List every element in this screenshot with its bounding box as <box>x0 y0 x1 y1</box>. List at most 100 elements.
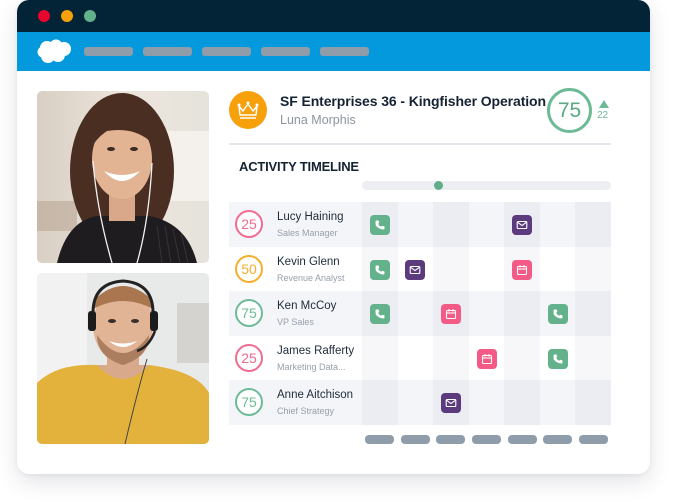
timeline-cell <box>504 336 540 381</box>
opportunity-owner: Luna Morphis <box>280 113 356 127</box>
nav-tab-1[interactable] <box>84 47 133 56</box>
timeline-cells <box>362 202 611 247</box>
timeline-cell <box>398 291 434 336</box>
timeline-cell <box>398 380 434 425</box>
contact-name[interactable]: Lucy Haining <box>277 211 343 223</box>
day-label-5 <box>507 435 537 444</box>
timeline-cell <box>362 336 398 381</box>
contact-info[interactable]: 25 James Rafferty Marketing Data... <box>229 336 362 381</box>
contact-info[interactable]: 75 Anne Aitchison Chief Strategy <box>229 380 362 425</box>
timeline-scroll-handle[interactable] <box>434 181 443 190</box>
timeline-scrollbar[interactable] <box>362 181 611 190</box>
timeline-cell <box>540 380 576 425</box>
timeline-cell <box>540 247 576 292</box>
contact-role: Marketing Data... <box>277 361 346 372</box>
activity-meeting-button[interactable] <box>476 348 497 369</box>
activity-meeting-button[interactable] <box>440 304 461 324</box>
contact-name[interactable]: Ken McCoy <box>277 300 336 312</box>
contact-role: VP Sales <box>277 317 314 327</box>
activity-timeline-title: ACTIVITY TIMELINE <box>239 159 359 174</box>
contact-info[interactable]: 50 Kevin Glenn Revenue Analyst <box>229 247 362 292</box>
calendar-icon <box>517 264 528 275</box>
envelope-icon <box>445 398 457 408</box>
minimize-window-button[interactable] <box>61 10 73 22</box>
timeline-cell <box>575 247 611 292</box>
maximize-window-button[interactable] <box>84 10 96 22</box>
day-label-4 <box>472 435 501 444</box>
close-window-button[interactable] <box>38 10 50 22</box>
opportunity-title[interactable]: SF Enterprises 36 - Kingfisher Operation <box>280 93 546 109</box>
activity-meeting-button[interactable] <box>512 259 533 280</box>
nav-tab-4[interactable] <box>261 47 310 56</box>
timeline-cells <box>362 247 611 292</box>
timeline-cell <box>504 291 540 336</box>
timeline-cell <box>469 202 505 247</box>
activity-email-button[interactable] <box>440 393 461 413</box>
nav-bar <box>17 32 650 71</box>
activity-call-button[interactable] <box>369 215 390 235</box>
crown-icon <box>237 101 259 119</box>
contact-name[interactable]: Kevin Glenn <box>277 256 340 268</box>
nav-tab-2[interactable] <box>143 47 192 56</box>
timeline-cell <box>575 380 611 425</box>
timeline-cell <box>433 247 469 292</box>
opportunity-badge <box>229 91 267 129</box>
nav-tab-3[interactable] <box>202 47 251 56</box>
contact-row: 25 Lucy Haining Sales Manager <box>229 202 611 247</box>
phone-icon <box>553 309 563 319</box>
phone-icon <box>375 265 385 274</box>
timeline-cell <box>398 336 434 381</box>
timeline-cells <box>362 291 611 336</box>
phone-icon <box>553 354 563 363</box>
contact-score: 75 <box>235 299 263 327</box>
day-label-1 <box>365 435 395 444</box>
day-label-7 <box>578 435 608 444</box>
trend-value: 22 <box>597 110 609 121</box>
activity-call-button[interactable] <box>547 348 568 369</box>
activity-email-button[interactable] <box>405 259 426 280</box>
timeline-cell <box>433 336 469 381</box>
activity-call-button[interactable] <box>547 304 568 324</box>
contact-row: 75 Anne Aitchison Chief Strategy <box>229 380 611 425</box>
contact-row: 75 Ken McCoy VP Sales <box>229 291 611 336</box>
calendar-icon <box>445 309 456 320</box>
contact-role: Revenue Analyst <box>277 272 345 283</box>
participant-photo-woman <box>37 91 209 263</box>
opportunity-score: 75 <box>547 88 592 133</box>
app-window: SF Enterprises 36 - Kingfisher Operation… <box>17 0 650 474</box>
contact-role: Sales Manager <box>277 228 338 238</box>
timeline-cell <box>398 202 434 247</box>
timeline-cell <box>469 247 505 292</box>
salesforce-cloud-icon[interactable] <box>37 39 73 64</box>
contact-row: 50 Kevin Glenn Revenue Analyst <box>229 247 611 292</box>
contact-score: 25 <box>235 210 263 238</box>
header-divider <box>229 143 611 145</box>
activity-email-button[interactable] <box>512 215 533 235</box>
trend-up-icon <box>599 100 609 108</box>
timeline-cell <box>469 380 505 425</box>
timeline-cell <box>575 202 611 247</box>
participant-photo-man <box>37 273 209 444</box>
envelope-icon <box>409 265 421 274</box>
day-label-3 <box>436 435 466 444</box>
phone-icon <box>375 220 385 230</box>
timeline-cell <box>575 291 611 336</box>
contact-info[interactable]: 75 Ken McCoy VP Sales <box>229 291 362 336</box>
contact-name[interactable]: Anne Aitchison <box>277 389 353 401</box>
contact-role: Chief Strategy <box>277 406 335 416</box>
timeline-cells <box>362 336 611 381</box>
nav-tab-5[interactable] <box>320 47 369 56</box>
timeline-cell <box>469 291 505 336</box>
phone-icon <box>375 309 385 319</box>
activity-call-button[interactable] <box>369 304 390 324</box>
contact-info[interactable]: 25 Lucy Haining Sales Manager <box>229 202 362 247</box>
timeline-cell <box>540 202 576 247</box>
day-label-6 <box>543 435 573 444</box>
contact-score: 50 <box>235 254 263 283</box>
timeline-cell <box>504 380 540 425</box>
contact-name[interactable]: James Rafferty <box>277 345 354 357</box>
contact-score: 25 <box>235 343 263 372</box>
timeline-cell <box>362 380 398 425</box>
activity-call-button[interactable] <box>369 259 390 280</box>
activity-grid: 25 Lucy Haining Sales Manager 50 Kevin Glenn… <box>229 202 611 425</box>
